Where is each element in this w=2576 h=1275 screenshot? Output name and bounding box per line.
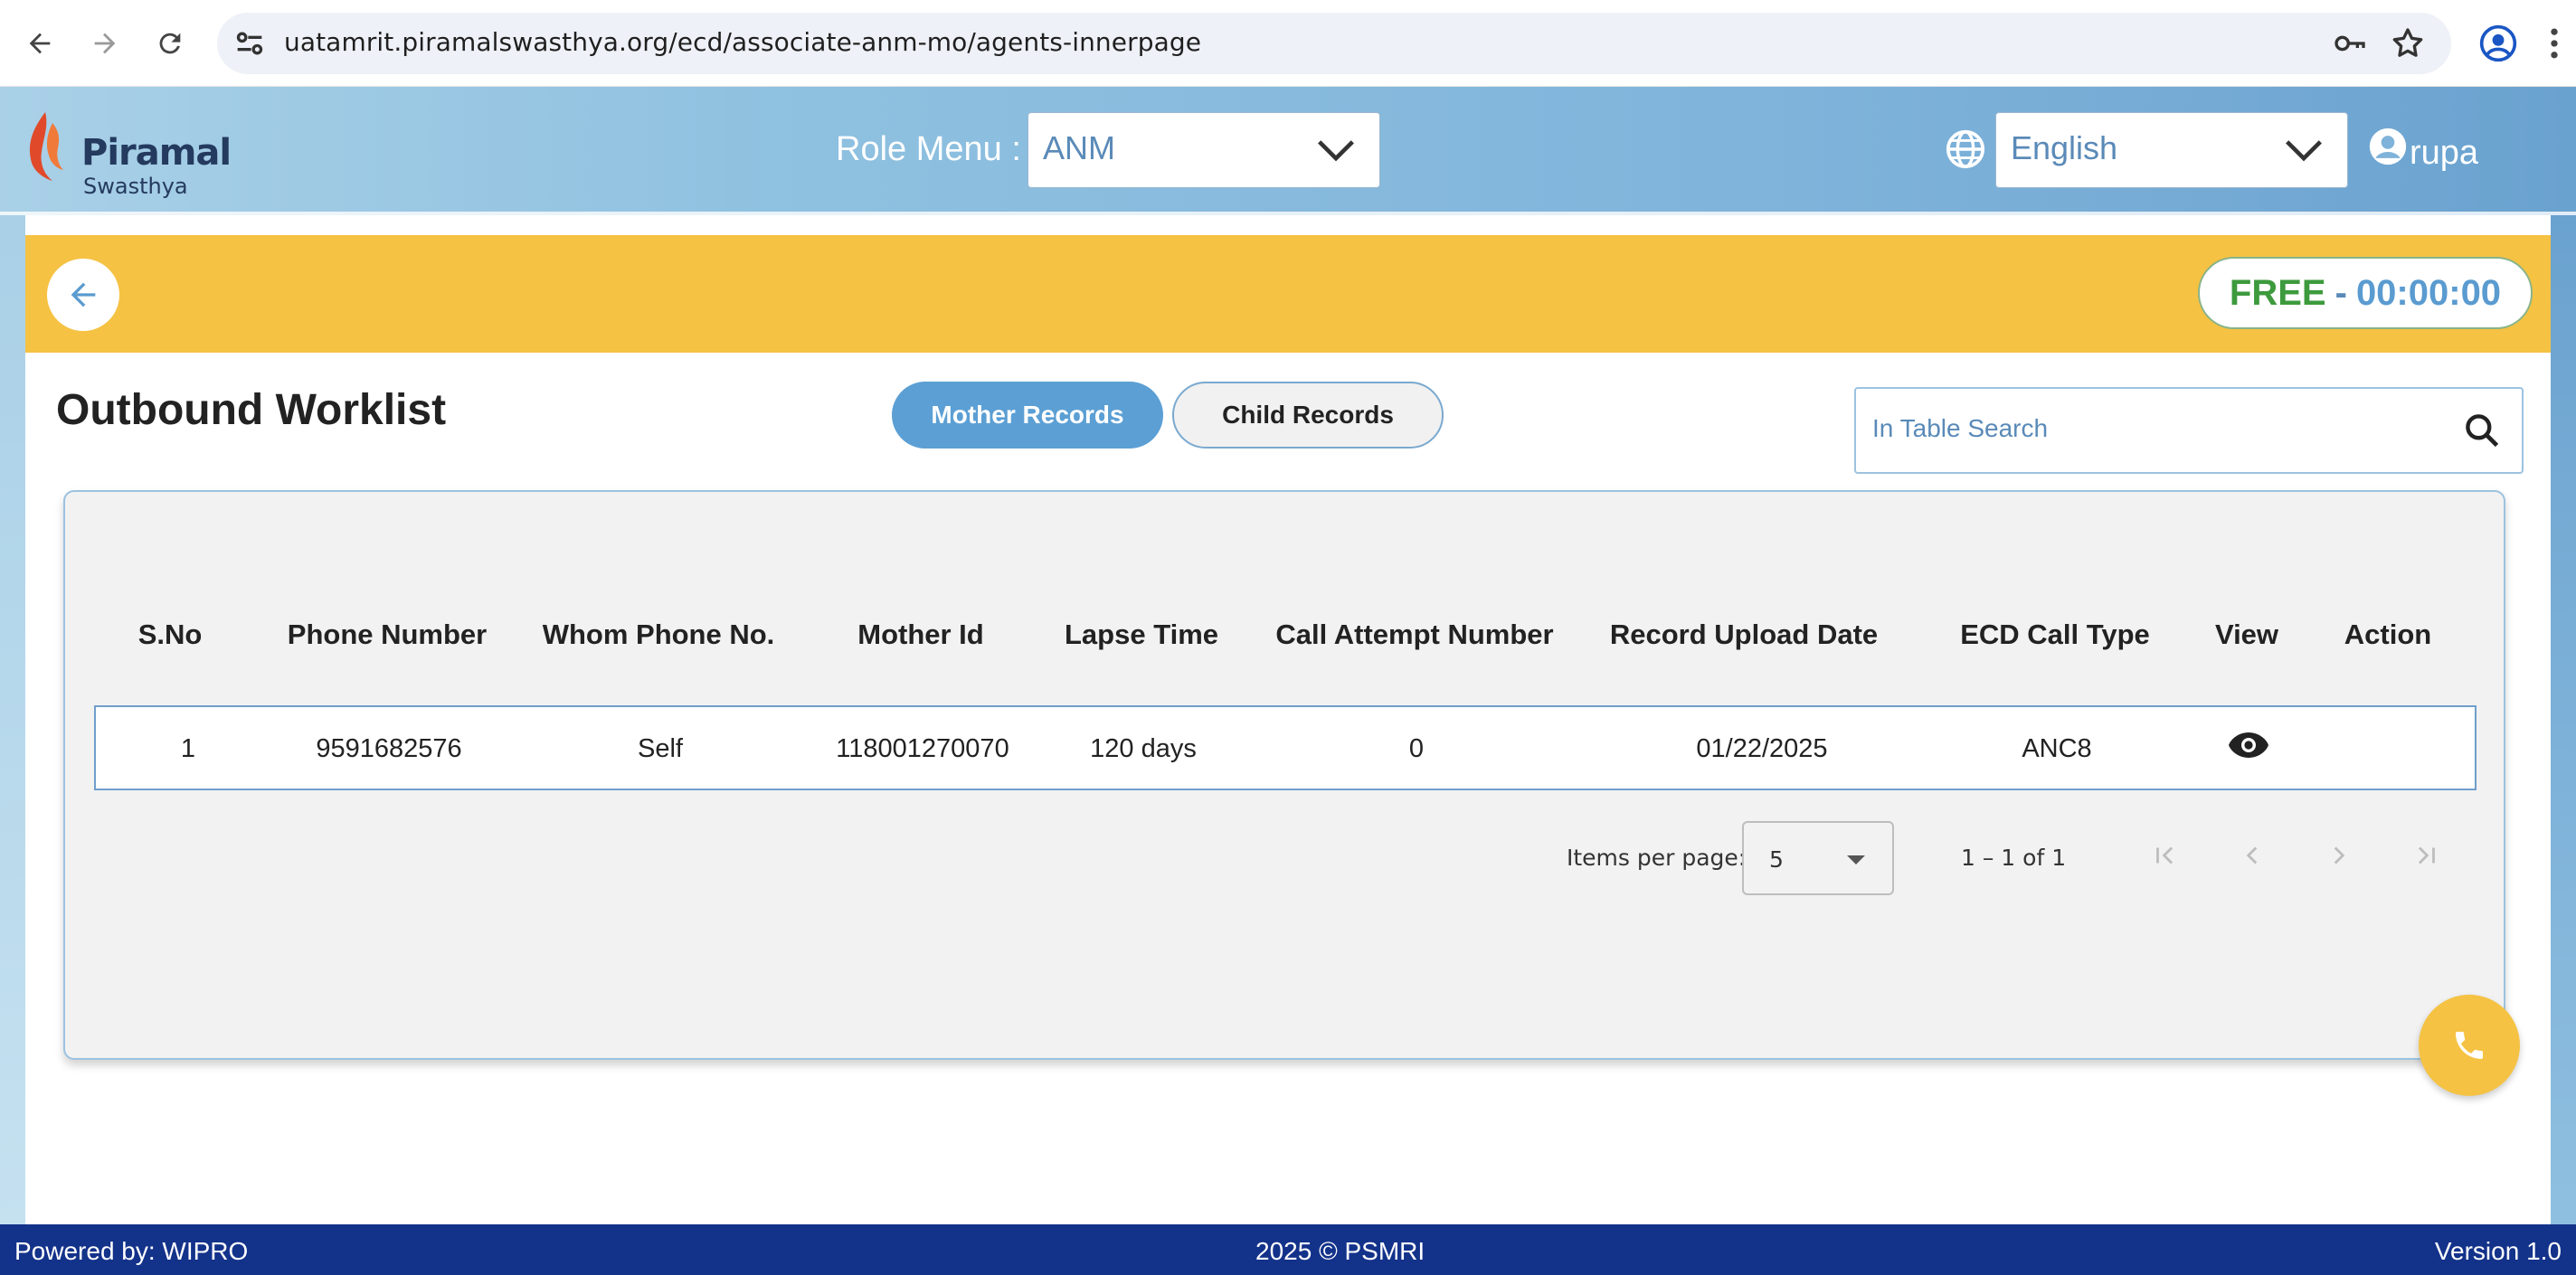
site-info-icon[interactable]	[232, 25, 268, 61]
last-page-icon	[2418, 846, 2435, 864]
logo-text: Piramal	[81, 132, 232, 174]
flame-logo-icon	[29, 112, 63, 181]
phone-icon	[2456, 1032, 2483, 1059]
column-header-sno[interactable]: S.No	[138, 619, 203, 651]
column-header-call-type[interactable]: ECD Call Type	[1960, 619, 2150, 651]
piramal-logo[interactable]: Piramal Swasthya	[20, 105, 232, 199]
worklist-table-card: S.No Phone Number Whom Phone No. Mother …	[63, 490, 2505, 1060]
user-icon[interactable]	[2368, 127, 2408, 166]
right-edge	[2551, 215, 2576, 1224]
chevron-left-icon	[2246, 846, 2258, 864]
logo-subtext: Swasthya	[83, 174, 188, 199]
first-page-button[interactable]	[2138, 828, 2192, 883]
footer-version: Version 1.0	[2434, 1237, 2562, 1265]
star-icon[interactable]	[2390, 25, 2426, 61]
dropdown-caret-icon	[1847, 855, 1865, 864]
chevron-down-icon	[2286, 140, 2322, 162]
back-arrow-icon	[71, 282, 96, 307]
language-select[interactable]: English	[1995, 112, 2348, 188]
forward-arrow-icon[interactable]	[80, 18, 130, 69]
next-page-button[interactable]	[2312, 828, 2366, 883]
search-input[interactable]	[1872, 414, 2451, 443]
chevron-right-icon	[2334, 846, 2345, 864]
column-header-phone-number[interactable]: Phone Number	[288, 619, 487, 651]
previous-page-button[interactable]	[2225, 828, 2279, 883]
address-bar[interactable]: uatamrit.piramalswasthya.org/ecd/associa…	[217, 13, 2451, 74]
search-icon[interactable]	[2462, 411, 2502, 450]
left-edge	[0, 215, 25, 1224]
table-row[interactable]: 1 9591682576 Self 118001270070 120 days …	[94, 705, 2477, 790]
status-banner: FREE - 00:00:00	[25, 235, 2551, 353]
column-header-whom-phone[interactable]: Whom Phone No.	[543, 619, 775, 651]
footer-powered-by: Powered by: WIPRO	[14, 1237, 249, 1265]
column-header-action: Action	[2344, 619, 2432, 650]
user-name[interactable]: rupa	[2410, 134, 2478, 173]
role-select[interactable]: ANM	[1028, 112, 1380, 188]
column-header-view: View	[2214, 619, 2279, 650]
column-header-mother-id[interactable]: Mother Id	[857, 619, 984, 651]
header-divider	[0, 212, 2576, 215]
role-select-value: ANM	[1043, 129, 1115, 166]
cell-sno: 1	[180, 734, 196, 763]
main-content: Outbound Worklist Mother Records Child R…	[25, 353, 2551, 1224]
back-button[interactable]	[47, 259, 119, 331]
eye-icon[interactable]	[2227, 729, 2270, 761]
agent-status-pill: FREE - 00:00:00	[2198, 257, 2533, 329]
column-header-call-attempt[interactable]: Call Attempt Number	[1275, 619, 1553, 651]
cell-lapse-time: 120 days	[1090, 734, 1197, 763]
items-per-page-select[interactable]: 5	[1742, 821, 1894, 895]
footer-copyright: 2025 © PSMRI	[1255, 1237, 1425, 1265]
tab-child-records[interactable]: Child Records	[1172, 382, 1444, 449]
table-search[interactable]	[1854, 387, 2524, 474]
language-select-value: English	[2011, 129, 2118, 166]
profile-icon[interactable]	[2478, 24, 2518, 63]
app-header: Piramal Swasthya Role Menu : ANM English…	[0, 87, 2576, 215]
url-text[interactable]: uatamrit.piramalswasthya.org/ecd/associa…	[284, 27, 1201, 57]
key-icon[interactable]	[2332, 25, 2368, 61]
column-header-upload-date[interactable]: Record Upload Date	[1610, 619, 1878, 651]
cell-whom: Self	[638, 734, 683, 763]
footer: Powered by: WIPRO 2025 © PSMRI Version 1…	[0, 1224, 2576, 1275]
back-arrow-icon[interactable]	[14, 18, 65, 69]
cell-upload-date: 01/22/2025	[1696, 734, 1828, 763]
last-page-button[interactable]	[2399, 828, 2453, 883]
cell-call-attempt: 0	[1408, 734, 1425, 763]
cell-call-type: ANC8	[2022, 734, 2092, 763]
cell-mother-id: 118001270070	[836, 734, 1009, 763]
tab-mother-records[interactable]: Mother Records	[892, 382, 1163, 449]
column-header-lapse-time[interactable]: Lapse Time	[1065, 619, 1218, 651]
globe-icon	[1946, 129, 1985, 169]
cell-phone: 9591682576	[316, 734, 462, 763]
call-button[interactable]	[2419, 995, 2520, 1096]
items-per-page-value: 5	[1769, 846, 1784, 873]
agent-status: FREE	[2229, 272, 2326, 313]
page-title: Outbound Worklist	[56, 386, 447, 434]
status-timer: 00:00:00	[2355, 272, 2502, 313]
pager-range: 1 – 1 of 1	[1961, 845, 2067, 871]
browser-toolbar: uatamrit.piramalswasthya.org/ecd/associa…	[0, 0, 2576, 87]
status-separator: -	[2334, 272, 2347, 313]
chevron-down-icon	[1318, 140, 1354, 162]
role-menu-label: Role Menu :	[836, 130, 1021, 168]
first-page-icon	[2156, 846, 2174, 864]
menu-dots-icon[interactable]	[2543, 24, 2565, 63]
items-per-page-label: Items per page:	[1567, 845, 1747, 871]
reload-icon[interactable]	[145, 18, 195, 69]
